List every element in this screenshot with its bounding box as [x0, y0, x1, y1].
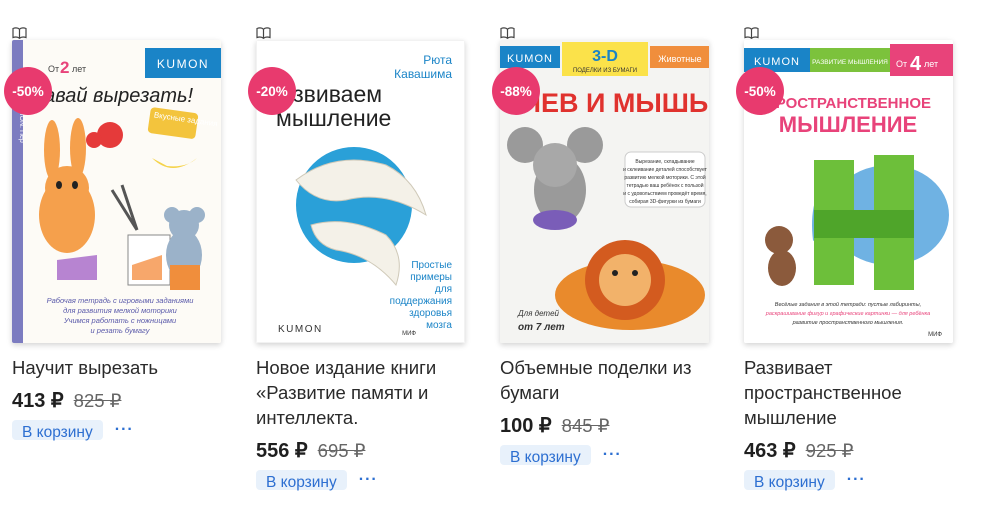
action-row: В корзину ···	[12, 420, 247, 441]
action-row: В корзину ···	[256, 470, 491, 491]
discount-badge: -20%	[248, 67, 296, 115]
cover-caption-1: Весёлые задания в этой тетради: пустые л…	[775, 301, 921, 308]
action-row: В корзину ···	[744, 470, 979, 491]
cover-brand: KUMON	[278, 324, 323, 335]
product-info: Научит вырезать 413 ₽ 825 ₽ В корзину ··…	[12, 355, 247, 441]
cover-caption-2: для развития мелкой моторики	[63, 306, 178, 315]
cover-category: РАЗВИТИЕ МЫШЛЕНИЯ	[812, 59, 888, 66]
product-title[interactable]: Научит вырезать	[12, 355, 247, 380]
cover-age-prefix: От	[896, 59, 907, 69]
cover-blurb-4: тетрадью ваш ребёнок с пользой	[626, 182, 703, 189]
old-price: 925 ₽	[805, 440, 854, 461]
cover-headline-1: ПРОСТРАНСТВЕННОЕ	[765, 95, 931, 112]
price-row: 100 ₽ 845 ₽	[500, 413, 735, 438]
price-row: 413 ₽ 825 ₽	[12, 388, 247, 413]
more-options-icon[interactable]: ···	[847, 472, 866, 488]
cover-author-1: Рюта	[423, 53, 452, 67]
cover-age-num: 4	[910, 53, 922, 75]
discount-badge: -88%	[492, 67, 540, 115]
product-title[interactable]: Объемные поделки из бумаги	[500, 355, 735, 405]
cover-headline-2: МЫШЛЕНИЕ	[779, 112, 917, 137]
add-to-cart-button[interactable]: В корзину	[12, 420, 103, 441]
cover-headline-2: мышление	[276, 105, 391, 131]
current-price: 463 ₽	[744, 440, 796, 462]
cover-publisher: МИФ	[928, 332, 942, 338]
old-price: 825 ₽	[73, 390, 122, 411]
discount-badge: -50%	[736, 67, 784, 115]
cover-caption-3: развитие пространственного мышления.	[792, 320, 904, 326]
book-icon	[500, 27, 515, 39]
cover-blurb-2: и склеивание деталей способствует	[623, 166, 707, 173]
add-to-cart-button[interactable]: В корзину	[256, 470, 347, 491]
product-info: Развивает пространственное мышление 463 …	[744, 355, 979, 491]
cover-blurb-1: Вырезание, складывание	[635, 159, 694, 165]
cover-brand: KUMON	[507, 53, 553, 65]
old-price: 695 ₽	[317, 440, 366, 461]
product-info: Объемные поделки из бумаги 100 ₽ 845 ₽ В…	[500, 355, 735, 466]
old-price: 845 ₽	[561, 415, 610, 436]
cover-headline: Давай вырезать!	[28, 85, 194, 107]
cover-brand: KUMON	[157, 57, 209, 71]
book-icon	[256, 27, 271, 39]
cover-blurb-6: собирая 3D-фигурки из бумаги	[629, 199, 701, 205]
cover-caption-4: и резать бумагу	[91, 326, 151, 335]
product-info: Новое издание книги «Развитие памяти и и…	[256, 355, 491, 491]
current-price: 100 ₽	[500, 415, 552, 437]
cover-age-suffix: лет	[72, 64, 86, 74]
cover-3d-tag: 3-D	[592, 48, 618, 65]
cover-sub-6: мозга	[426, 320, 452, 331]
book-icon	[744, 27, 759, 39]
current-price: 413 ₽	[12, 390, 64, 412]
more-options-icon[interactable]: ···	[115, 422, 134, 438]
cover-sub-5: здоровья	[409, 308, 452, 319]
cover-caption-3: Учимся работать с ножницами	[63, 316, 177, 325]
price-row: 556 ₽ 695 ₽	[256, 438, 491, 463]
product-title[interactable]: Новое издание книги «Развитие памяти и и…	[256, 355, 491, 430]
cover-sub-2: примеры	[410, 272, 452, 283]
cover-blurb-5: и с удовольствием проведёт время,	[623, 191, 706, 197]
more-options-icon[interactable]: ···	[359, 472, 378, 488]
cover-sub-4: поддержания	[390, 296, 452, 307]
cover-publisher: МИФ	[402, 331, 416, 337]
product-grid: KUMON. Пер KUMON От 2 лет Давай вырезать…	[0, 0, 1000, 514]
book-icon	[12, 27, 27, 39]
cover-3d-sub: ПОДЕЛКИ ИЗ БУМАГИ	[573, 68, 637, 74]
cover-blurb-3: развитию мелкой моторики. С этой	[624, 174, 706, 181]
action-row: В корзину ···	[500, 445, 735, 466]
cover-sub-3: для	[435, 284, 452, 295]
cover-caption-1: Рабочая тетрадь с игровыми заданиями	[47, 296, 195, 305]
cover-age-suffix: лет	[924, 59, 938, 69]
more-options-icon[interactable]: ···	[603, 447, 622, 463]
current-price: 556 ₽	[256, 440, 308, 462]
cover-category: Животные	[658, 54, 701, 64]
add-to-cart-button[interactable]: В корзину	[744, 470, 835, 491]
discount-badge: -50%	[4, 67, 52, 115]
product-title[interactable]: Развивает пространственное мышление	[744, 355, 979, 430]
cover-caption-2: раскрашивание фигур и графические картин…	[765, 311, 930, 317]
cover-age-2: от 7 лет	[518, 322, 565, 333]
cover-age-prefix: От	[48, 64, 59, 74]
cover-headline: ЛЕВ И МЫШЬ	[522, 88, 708, 118]
cover-age-num: 2	[60, 58, 69, 77]
cover-sub-1: Простые	[411, 260, 452, 271]
cover-author-2: Кавашима	[394, 67, 452, 81]
add-to-cart-button[interactable]: В корзину	[500, 445, 591, 466]
price-row: 463 ₽ 925 ₽	[744, 438, 979, 463]
cover-age-1: Для детей	[517, 309, 560, 318]
